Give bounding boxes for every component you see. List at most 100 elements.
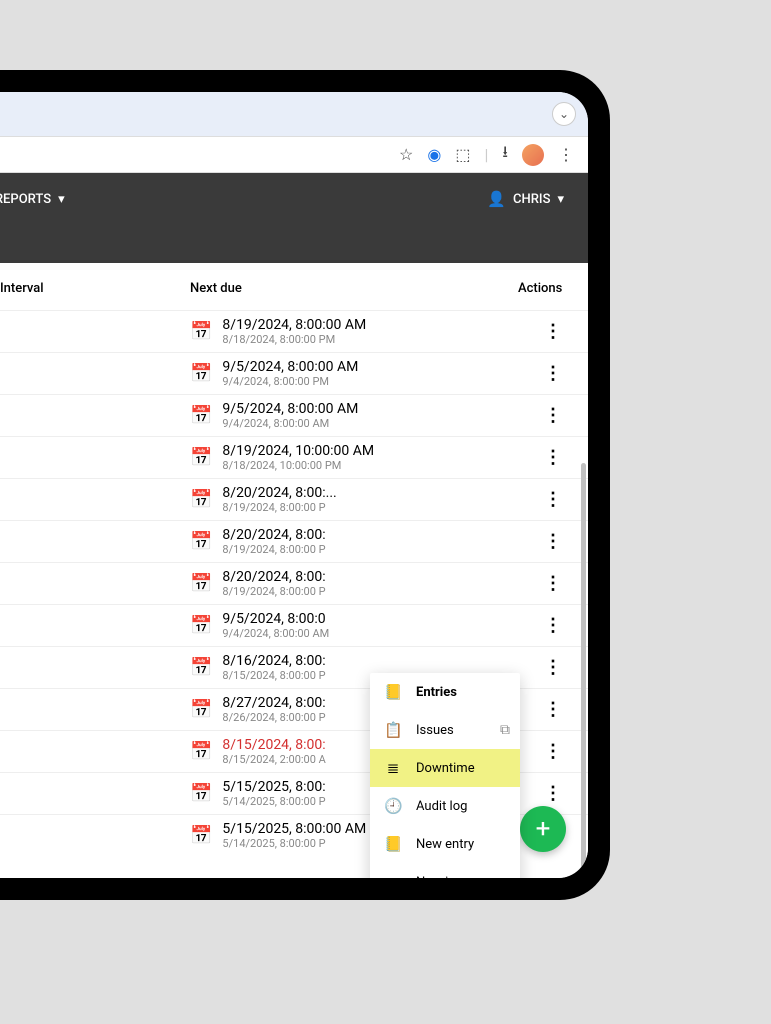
external-link-icon: ⧉ xyxy=(500,722,510,738)
avatar[interactable] xyxy=(522,144,544,166)
issues-icon: 📋 xyxy=(384,721,402,739)
calendar-icon: 📅 xyxy=(190,489,212,510)
omnibox-dropdown[interactable]: ⌄ xyxy=(552,102,576,126)
row-actions-button[interactable]: ⋮ xyxy=(536,569,570,598)
menu-item-label: New entry xyxy=(416,837,474,852)
menu-item-issues[interactable]: 📋Issues⧉ xyxy=(370,711,520,749)
table-row[interactable]: 📅 8/20/2024, 8:00:8/19/2024, 8:00:00 P ⋮ xyxy=(0,562,588,604)
row-actions-button[interactable]: ⋮ xyxy=(536,695,570,724)
browser-toolbar: ☆ ◉ ⬚ | ⭳ ⋮ xyxy=(0,137,588,173)
new-issue-icon: ▲ xyxy=(384,873,402,878)
row-actions-button[interactable]: ⋮ xyxy=(536,401,570,430)
table-row[interactable]: 📅9/5/2024, 8:00:00 AM9/4/2024, 8:00:00 P… xyxy=(0,352,588,394)
downtime-icon: ≣ xyxy=(384,759,402,777)
date-main: 9/5/2024, 8:00:00 AM xyxy=(222,359,358,375)
date-sub: 8/19/2024, 8:00:00 P xyxy=(222,501,336,514)
nav-reports[interactable]: 📄 REPORTS ▾ xyxy=(0,180,79,218)
chevron-down-icon: ▾ xyxy=(58,192,65,207)
puzzle-icon[interactable]: ⬚ xyxy=(455,145,470,164)
date-main: 9/5/2024, 8:00:00 AM xyxy=(222,401,358,417)
table-row[interactable]: 📅 8/19/2024, 10:00:00 AM8/18/2024, 10:00:… xyxy=(0,436,588,478)
nextdue-cell: 📅 8/19/2024, 8:00:00 AM8/18/2024, 8:00:00… xyxy=(190,317,518,346)
row-actions-button[interactable]: ⋮ xyxy=(536,779,570,808)
row-actions-button[interactable]: ⋮ xyxy=(536,611,570,640)
entries-icon: 📒 xyxy=(384,683,402,701)
context-menu: 📒 Entries 📋Issues⧉ ≣ Downtime 🕘Audit log 📒 New … xyxy=(370,673,520,878)
table-row[interactable]: 📅8/20/2024, 8:00:8/19/2024, 8:00:00 P⋮ xyxy=(0,520,588,562)
col-actions: Actions xyxy=(518,281,588,296)
date-main: 8/20/2024, 8:00:... xyxy=(222,485,336,501)
nextdue-cell: 📅9/5/2024, 8:00:00 AM9/4/2024, 8:00:00 P… xyxy=(190,359,518,388)
extension-circle-icon[interactable]: ◉ xyxy=(427,145,441,164)
calendar-icon: 📅 xyxy=(190,825,212,846)
date-main: 8/19/2024, 8:00:00 AM xyxy=(222,317,366,333)
nextdue-cell: 📅 8/20/2024, 8:00:8/19/2024, 8:00:00 P xyxy=(190,569,518,598)
chevron-down-icon: ▾ xyxy=(557,192,564,207)
calendar-icon: 📅 xyxy=(190,531,212,552)
menu-item-label: New issue xyxy=(416,875,476,879)
date-main: 8/20/2024, 8:00: xyxy=(222,569,325,585)
row-actions-button[interactable]: ⋮ xyxy=(536,653,570,682)
date-sub: 9/4/2024, 8:00:00 AM xyxy=(222,417,358,430)
row-actions-button[interactable]: ⋮ xyxy=(536,737,570,766)
date-sub: 8/18/2024, 10:00:00 PM xyxy=(222,459,374,472)
table-header: Interval Next due Actions xyxy=(0,263,588,310)
star-icon[interactable]: ☆ xyxy=(399,145,413,164)
date-sub: 9/4/2024, 8:00:00 AM xyxy=(222,627,329,640)
browser-chrome: ⌄ xyxy=(0,92,588,137)
row-actions-button[interactable]: ⋮ xyxy=(536,527,570,556)
calendar-icon: 📅 xyxy=(190,447,212,468)
menu-item-label: Entries xyxy=(416,685,457,700)
calendar-icon: 📅 xyxy=(190,657,212,678)
date-main: 5/15/2025, 8:00: xyxy=(222,779,325,795)
nav-user[interactable]: 👤 CHRIS ▾ xyxy=(473,180,578,218)
table-row[interactable]: 📅 8/20/2024, 8:00:...8/19/2024, 8:00:00 P… xyxy=(0,478,588,520)
menu-item-downtime[interactable]: ≣ Downtime xyxy=(370,749,520,787)
row-actions-button[interactable]: ⋮ xyxy=(536,359,570,388)
nav-user-label: CHRIS xyxy=(513,192,550,207)
menu-item-audit-log[interactable]: 🕘Audit log xyxy=(370,787,520,825)
date-sub: 5/14/2025, 8:00:00 P xyxy=(222,837,366,850)
date-main: 8/19/2024, 10:00:00 AM xyxy=(222,443,374,459)
tablet-frame: ⌄ ☆ ◉ ⬚ | ⭳ ⋮ ☰ NTORY ▾ 🧰 MAINTENANCE 📋 … xyxy=(0,70,610,900)
app-nav: ☰ NTORY ▾ 🧰 MAINTENANCE 📋 ISSUES 📄 REPOR… xyxy=(0,173,588,263)
divider: | xyxy=(484,145,488,164)
nextdue-cell: 📅 8/20/2024, 8:00:...8/19/2024, 8:00:00 P xyxy=(190,485,518,514)
calendar-icon: 📅 xyxy=(190,363,212,384)
menu-item-label: Downtime xyxy=(416,761,475,776)
date-main: 8/20/2024, 8:00: xyxy=(222,527,325,543)
calendar-icon: 📅 xyxy=(190,783,212,804)
table-row[interactable]: 📅 8/19/2024, 8:00:00 AM8/18/2024, 8:00:00… xyxy=(0,310,588,352)
row-actions-button[interactable]: ⋮ xyxy=(536,317,570,346)
date-sub: 8/26/2024, 8:00:00 P xyxy=(222,711,325,724)
nav-label: REPORTS xyxy=(0,192,51,207)
menu-item-label: Audit log xyxy=(416,799,467,814)
date-sub: 8/18/2024, 8:00:00 PM xyxy=(222,333,366,346)
download-icon[interactable]: ⭳ xyxy=(502,141,508,168)
screen: ⌄ ☆ ◉ ⬚ | ⭳ ⋮ ☰ NTORY ▾ 🧰 MAINTENANCE 📋 … xyxy=(0,92,588,878)
row-actions-button[interactable]: ⋮ xyxy=(536,443,570,472)
date-sub: 8/15/2024, 8:00:00 P xyxy=(222,669,325,682)
calendar-icon: 📅 xyxy=(190,741,212,762)
browser-menu-icon[interactable]: ⋮ xyxy=(558,145,574,164)
nextdue-cell: 📅8/20/2024, 8:00:8/19/2024, 8:00:00 P xyxy=(190,527,518,556)
user-icon: 👤 xyxy=(487,190,506,208)
content-area: Interval Next due Actions 📅 8/19/2024, 8:… xyxy=(0,263,588,878)
date-main: 5/15/2025, 8:00:00 AM xyxy=(222,821,366,837)
date-sub: 8/19/2024, 8:00:00 P xyxy=(222,585,325,598)
menu-item-new-entry[interactable]: 📒 New entry xyxy=(370,825,520,863)
table-row[interactable]: er📅9/5/2024, 8:00:00 AM9/4/2024, 8:00:00… xyxy=(0,394,588,436)
col-nextdue: Next due xyxy=(190,281,518,296)
row-actions-button[interactable]: ⋮ xyxy=(536,485,570,514)
new-entry-icon: 📒 xyxy=(384,835,402,853)
fab-add-button[interactable]: + xyxy=(520,806,566,852)
menu-item-entries[interactable]: 📒 Entries xyxy=(370,673,520,711)
date-main: 8/15/2024, 8:00: xyxy=(222,737,325,753)
calendar-icon: 📅 xyxy=(190,573,212,594)
menu-item-new-issue[interactable]: ▲ New issue xyxy=(370,863,520,878)
date-main: 8/16/2024, 8:00: xyxy=(222,653,325,669)
scrollbar[interactable] xyxy=(581,463,586,878)
nextdue-cell: 📅9/5/2024, 8:00:00 AM9/4/2024, 8:00:00 A… xyxy=(190,401,518,430)
calendar-icon: 📅 xyxy=(190,321,212,342)
table-row[interactable]: Filters📅9/5/2024, 8:00:09/4/2024, 8:00:0… xyxy=(0,604,588,646)
